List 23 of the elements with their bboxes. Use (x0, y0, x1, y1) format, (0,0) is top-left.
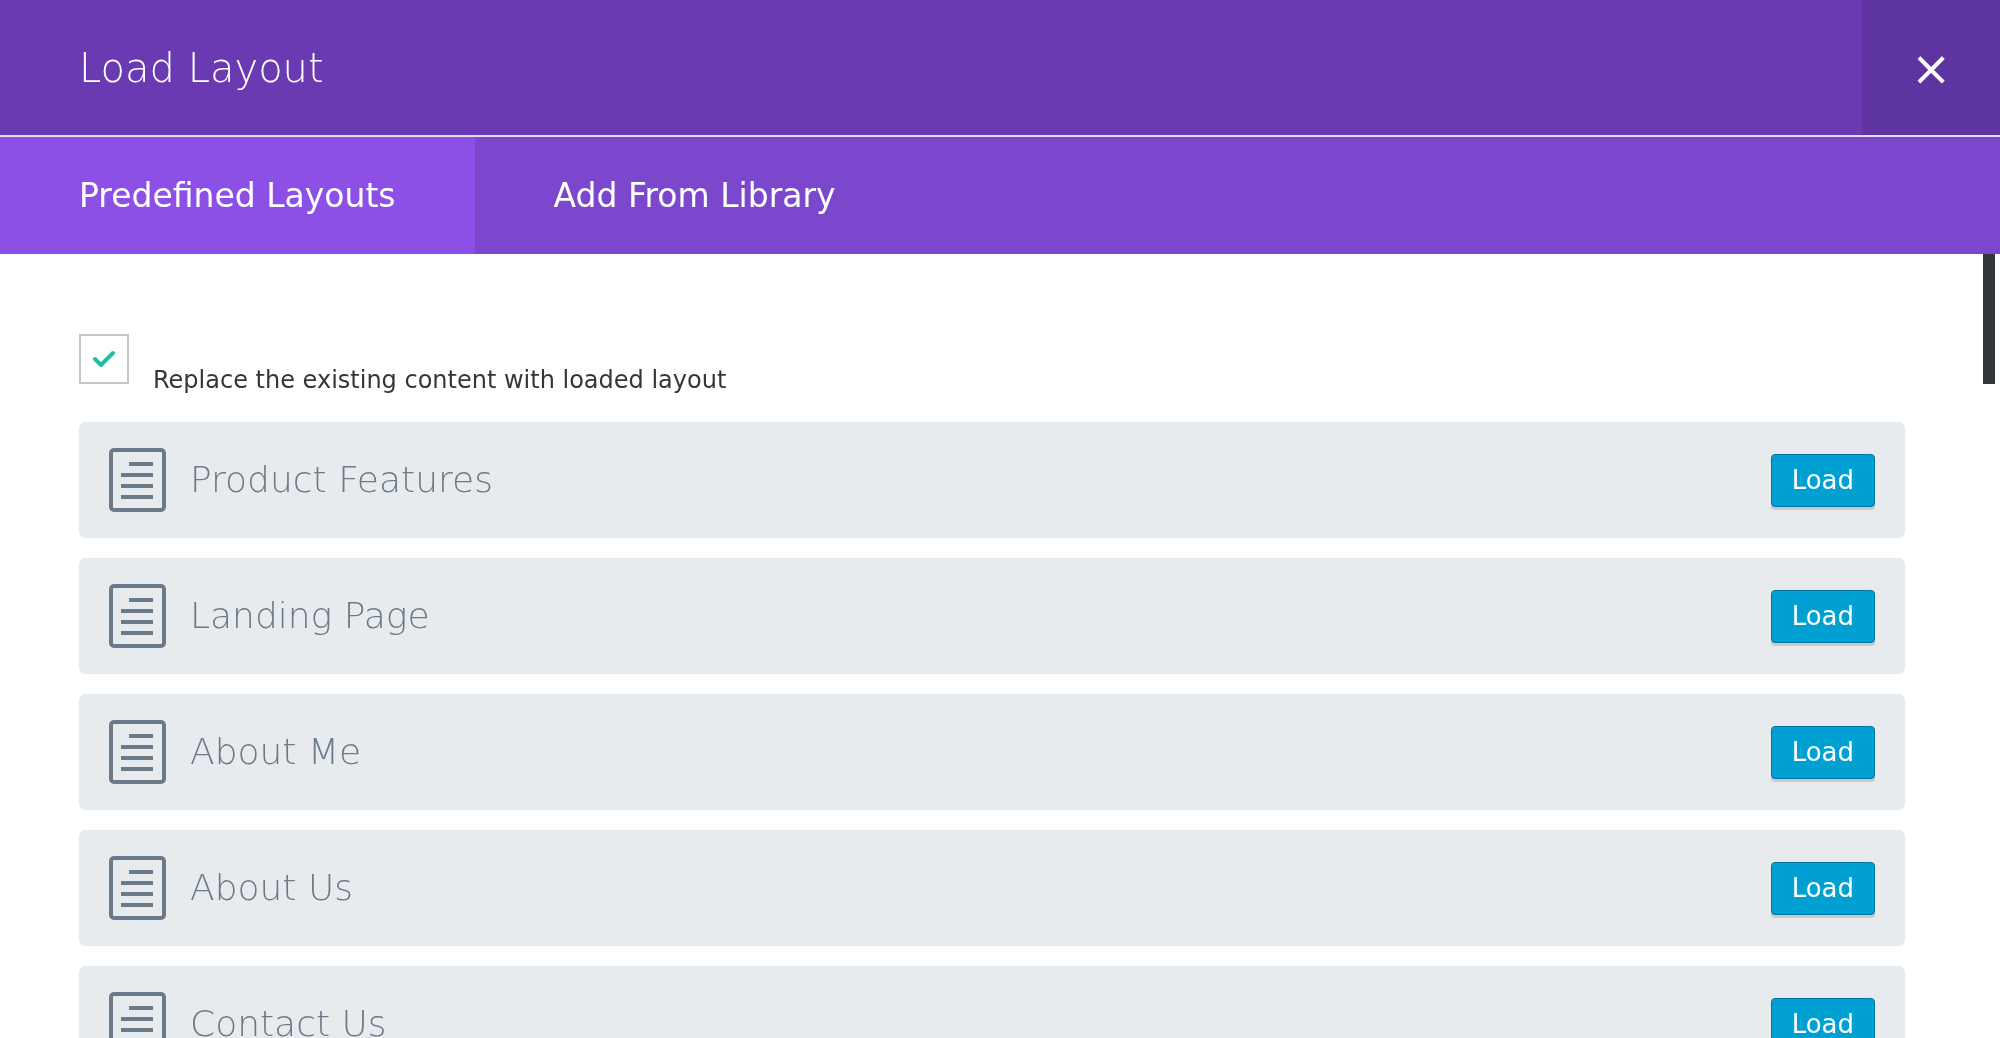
dialog-title: Load Layout (78, 43, 324, 93)
checkmark-icon (93, 350, 115, 368)
checkbox-label: Replace the existing content with loaded layout (153, 365, 727, 396)
document-icon (109, 856, 166, 920)
document-icon (109, 992, 166, 1038)
load-button[interactable]: Load (1770, 725, 1875, 779)
document-icon (109, 720, 166, 784)
load-button[interactable]: Load (1770, 453, 1875, 507)
layout-name: Landing Page (190, 594, 431, 638)
layout-name: About Me (190, 730, 363, 774)
document-icon (109, 448, 166, 512)
document-icon (109, 584, 166, 648)
tab[interactable]: Add From Library (474, 137, 915, 254)
load-button[interactable]: Load (1770, 997, 1875, 1038)
close-button[interactable]: × (1862, 0, 2000, 135)
layout-name: Product Features (190, 458, 494, 502)
layout-name: Contact Us (190, 1002, 388, 1038)
tab[interactable]: Predefined Layouts (0, 137, 475, 254)
load-button[interactable]: Load (1770, 861, 1875, 915)
layout-name: About Us (190, 866, 354, 910)
load-button[interactable]: Load (1770, 589, 1875, 643)
checkbox[interactable] (79, 334, 129, 384)
scrollbar-thumb[interactable] (1983, 254, 1995, 384)
